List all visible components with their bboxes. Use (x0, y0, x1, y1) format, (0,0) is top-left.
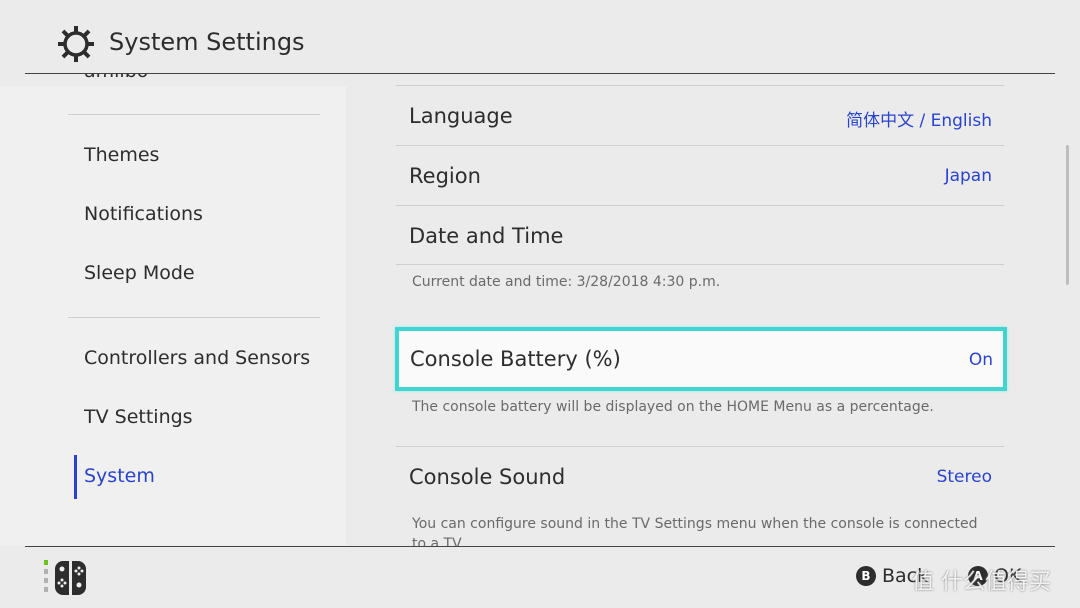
setting-description: You can configure sound in the TV Settin… (412, 516, 978, 546)
page-title: System Settings (109, 28, 305, 56)
footer: B Back A OK 值 什么值得买 (0, 547, 1080, 608)
setting-description: Current date and time: 3/28/2018 4:30 p.… (412, 274, 721, 290)
settings-list: Language 简体中文 / English Region Japan Dat… (346, 74, 1080, 546)
setting-label: Console Sound (409, 465, 566, 489)
setting-label: Date and Time (409, 224, 564, 248)
setting-language[interactable]: Language 简体中文 / English (396, 85, 1004, 145)
setting-value: 简体中文 / English (846, 111, 992, 131)
setting-value: Stereo (936, 467, 992, 487)
setting-value: Japan (944, 166, 992, 186)
gear-icon (58, 26, 94, 62)
sidebar-item-tv-settings[interactable]: TV Settings (84, 406, 193, 428)
setting-value: On (968, 350, 993, 370)
setting-label: Language (409, 104, 513, 128)
selection-indicator (74, 455, 77, 499)
controller-icon (44, 560, 86, 595)
sidebar-item-amiibo[interactable]: amiibo (84, 74, 148, 82)
divider (68, 114, 320, 115)
setting-label: Region (409, 164, 481, 188)
sidebar-item-controllers[interactable]: Controllers and Sensors (84, 347, 310, 369)
sidebar: amiibo Themes Notifications Sleep Mode C… (0, 74, 346, 546)
divider (68, 317, 320, 318)
sidebar-item-sleep-mode[interactable]: Sleep Mode (84, 262, 195, 284)
scrollbar[interactable] (1066, 145, 1069, 285)
setting-date-time[interactable]: Date and Time (396, 205, 1004, 265)
header: System Settings (0, 0, 1080, 74)
b-button-icon: B (856, 566, 876, 586)
sidebar-item-notifications[interactable]: Notifications (84, 203, 203, 225)
setting-console-sound[interactable]: Console Sound Stereo (396, 446, 1004, 506)
setting-console-battery[interactable]: Console Battery (%) On (395, 327, 1007, 391)
sidebar-item-system[interactable]: System (84, 465, 155, 487)
setting-description: The console battery will be displayed on… (412, 399, 934, 415)
watermark-logo: 值 什么值得买 (912, 570, 1051, 595)
header-divider (25, 73, 1055, 74)
setting-region[interactable]: Region Japan (396, 145, 1004, 205)
sidebar-item-themes[interactable]: Themes (84, 144, 159, 166)
setting-label: Console Battery (%) (410, 347, 621, 371)
